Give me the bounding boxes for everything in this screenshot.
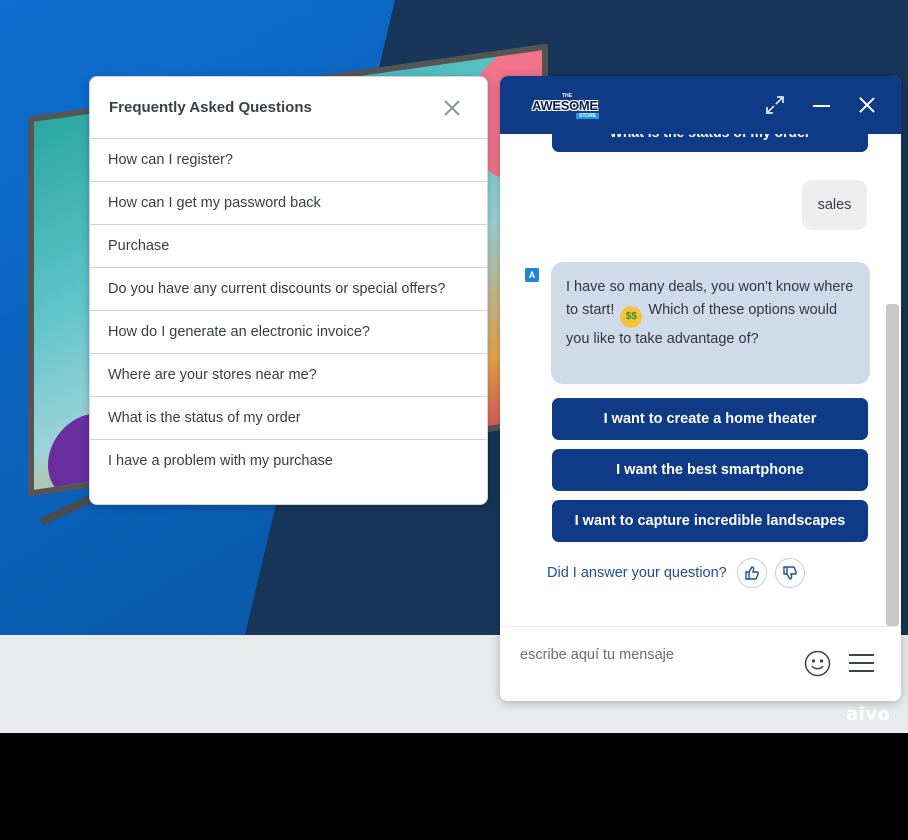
thumbs-down-icon[interactable] [774, 558, 805, 588]
feedback-question: Did I answer your question? [547, 565, 727, 581]
chat-messages: What is the status of my order sales A I… [500, 134, 901, 626]
option-button[interactable]: What is the status of my order [552, 134, 868, 152]
faq-header: Frequently Asked Questions [90, 77, 487, 139]
chat-window: THE AWESOME STORE What is the status of … [500, 76, 901, 701]
option-button-smartphone[interactable]: I want the best smartphone [552, 449, 868, 491]
brand-logo: THE AWESOME STORE [532, 93, 606, 121]
close-icon[interactable] [441, 97, 463, 119]
message-input[interactable] [520, 647, 780, 663]
bot-avatar: A [525, 268, 539, 282]
emoji-picker-icon[interactable] [804, 650, 831, 677]
expand-icon[interactable] [764, 94, 786, 116]
close-icon[interactable] [856, 94, 878, 116]
faq-title: Frequently Asked Questions [109, 99, 312, 116]
logo-store: STORE [576, 113, 600, 119]
faq-item[interactable]: Purchase [90, 225, 487, 268]
feedback-row: Did I answer your question? [547, 558, 805, 588]
minimize-icon[interactable] [811, 94, 833, 116]
faq-item[interactable]: Where are your stores near me? [90, 354, 487, 397]
faq-item[interactable]: I have a problem with my purchase [90, 440, 487, 482]
aivo-logo: aivo [846, 704, 891, 725]
faq-item[interactable]: Do you have any current discounts or spe… [90, 268, 487, 311]
message-composer [500, 626, 901, 701]
faq-item[interactable]: How do I generate an electronic invoice? [90, 311, 487, 354]
chat-scrollbar[interactable] [886, 304, 899, 626]
money-mouth-emoji-icon: $$ [620, 306, 643, 328]
user-message: sales [802, 180, 867, 230]
chat-header: THE AWESOME STORE [500, 76, 901, 134]
menu-icon[interactable] [849, 654, 874, 673]
faq-item[interactable]: What is the status of my order [90, 397, 487, 440]
thumbs-up-icon[interactable] [736, 558, 767, 588]
option-button-home-theater[interactable]: I want to create a home theater [552, 398, 868, 440]
faq-item[interactable]: How can I register? [90, 139, 487, 182]
logo-name: AWESOME [532, 98, 598, 113]
faq-panel: Frequently Asked Questions How can I reg… [89, 76, 488, 505]
option-button-landscapes[interactable]: I want to capture incredible landscapes [552, 500, 868, 542]
bot-message: I have so many deals, you won't know whe… [551, 262, 870, 384]
faq-item[interactable]: How can I get my password back [90, 182, 487, 225]
